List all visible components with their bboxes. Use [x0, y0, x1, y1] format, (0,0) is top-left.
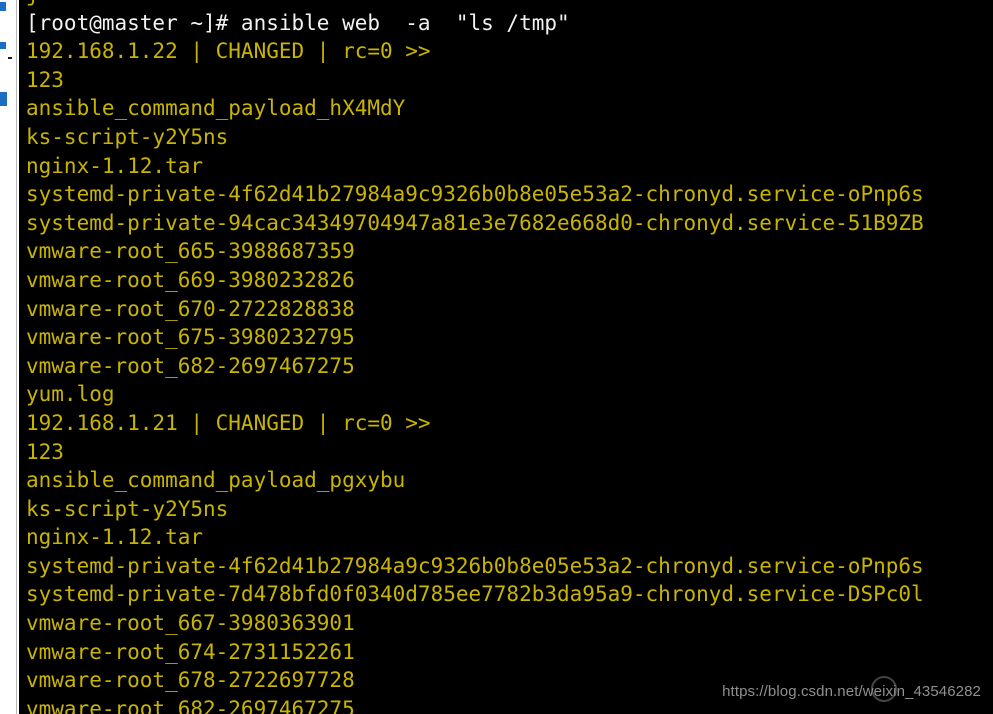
clipped-scrollback-line: j: [26, 0, 924, 9]
output-file-line: vmware-root_665-3988687359: [26, 239, 355, 264]
output-file-line: 123: [26, 439, 64, 464]
gutter-fragment-icon: [0, 92, 7, 106]
output-file-line: systemd-private-7d478bfd0f0340d785ee7782…: [26, 582, 924, 607]
output-file-line: ks-script-y2Y5ns: [26, 124, 229, 149]
output-file-line: nginx-1.12.tar: [26, 153, 204, 178]
left-window-gutter: [0, 0, 19, 714]
command-prompt-line: [root@master ~]# ansible web -a "ls /tmp…: [26, 10, 570, 35]
output-file-line: vmware-root_682-2697467275: [26, 353, 355, 378]
output-file-line: ansible_command_payload_pgxybu: [26, 468, 406, 493]
gutter-fragment-icon: [0, 42, 6, 49]
gutter-fragment-icon: [0, 2, 6, 11]
output-file-line: vmware-root_670-2722828838: [26, 296, 355, 321]
output-file-line: vmware-root_669-3980232826: [26, 267, 355, 292]
output-file-line: systemd-private-4f62d41b27984a9c9326b0b8…: [26, 553, 924, 578]
output-file-line: systemd-private-94cac34349704947a81e3e76…: [26, 210, 924, 235]
output-file-line: vmware-root_674-2731152261: [26, 639, 355, 664]
output-file-line: yum.log: [26, 382, 115, 407]
gutter-divider: [16, 0, 17, 714]
output-file-line: vmware-root_678-2722697728: [26, 668, 355, 693]
terminal-output-area: j [root@master ~]# ansible web -a "ls /t…: [26, 0, 924, 714]
output-file-line: ansible_command_payload_hX4MdY: [26, 96, 406, 121]
output-file-line: vmware-root_667-3980363901: [26, 611, 355, 636]
host-result-header: 192.168.1.21 | CHANGED | rc=0 >>: [26, 410, 431, 435]
host-result-header: 192.168.1.22 | CHANGED | rc=0 >>: [26, 39, 431, 64]
output-file-line: nginx-1.12.tar: [26, 525, 204, 550]
output-file-line: ks-script-y2Y5ns: [26, 496, 229, 521]
output-file-line: systemd-private-4f62d41b27984a9c9326b0b8…: [26, 182, 924, 207]
gutter-tick-icon: [8, 57, 12, 59]
output-file-line: vmware-root_682-2697467275: [26, 696, 355, 714]
output-file-line: vmware-root_675-3980232795: [26, 325, 355, 350]
screenshot-root: j [root@master ~]# ansible web -a "ls /t…: [0, 0, 993, 714]
output-file-line: 123: [26, 67, 64, 92]
terminal-window[interactable]: j [root@master ~]# ansible web -a "ls /t…: [19, 0, 993, 714]
